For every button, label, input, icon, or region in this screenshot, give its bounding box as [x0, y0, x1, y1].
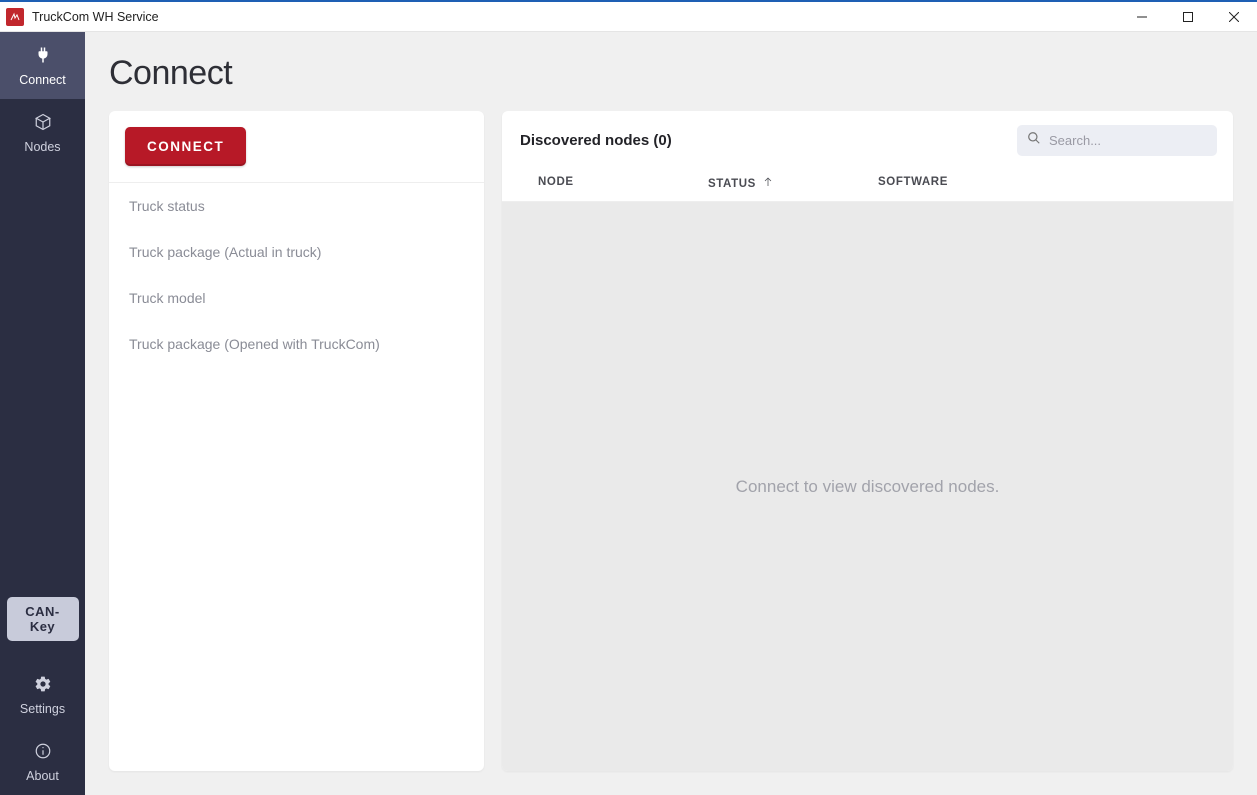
- column-node[interactable]: NODE: [538, 176, 708, 191]
- search-icon: [1027, 131, 1041, 150]
- column-software[interactable]: SOFTWARE: [878, 176, 1215, 191]
- can-key-button[interactable]: CAN-Key: [7, 597, 79, 641]
- titlebar: TruckCom WH Service: [0, 0, 1257, 32]
- window-title: TruckCom WH Service: [32, 10, 159, 24]
- column-status[interactable]: STATUS: [708, 176, 878, 191]
- cube-icon: [34, 113, 52, 134]
- gear-icon: [34, 675, 52, 696]
- main-area: Connect CONNECT Truck status Truck packa…: [85, 32, 1257, 795]
- info-item-truck-package-actual[interactable]: Truck package (Actual in truck): [109, 229, 484, 275]
- sidebar-item-nodes[interactable]: Nodes: [0, 99, 85, 166]
- discovered-title: Discovered nodes (0): [520, 132, 672, 149]
- empty-state: Connect to view discovered nodes.: [502, 202, 1233, 771]
- sidebar-item-label: Nodes: [24, 140, 60, 154]
- info-icon: [34, 742, 52, 763]
- sidebar-item-connect[interactable]: Connect: [0, 32, 85, 99]
- sidebar-item-about[interactable]: About: [0, 728, 85, 795]
- table-header: NODE STATUS SOFTWARE: [502, 166, 1233, 202]
- window-controls: [1119, 2, 1257, 31]
- search-input[interactable]: [1049, 133, 1207, 148]
- info-item-truck-model[interactable]: Truck model: [109, 275, 484, 321]
- maximize-button[interactable]: [1165, 2, 1211, 31]
- info-item-truck-status[interactable]: Truck status: [109, 183, 484, 229]
- connect-button[interactable]: CONNECT: [125, 127, 246, 166]
- page-title: Connect: [109, 54, 1233, 93]
- sidebar-item-settings[interactable]: Settings: [0, 661, 85, 728]
- sidebar: Connect Nodes CAN-Key Settings About: [0, 32, 85, 795]
- discovered-card: Discovered nodes (0) NODE STATUS: [502, 111, 1233, 771]
- sidebar-item-label: About: [26, 769, 59, 783]
- titlebar-left: TruckCom WH Service: [6, 8, 159, 26]
- empty-message: Connect to view discovered nodes.: [736, 477, 1000, 497]
- minimize-button[interactable]: [1119, 2, 1165, 31]
- close-button[interactable]: [1211, 2, 1257, 31]
- sidebar-item-label: Connect: [19, 73, 66, 87]
- connect-card: CONNECT Truck status Truck package (Actu…: [109, 111, 484, 771]
- search-wrap: [1017, 125, 1217, 156]
- plug-icon: [34, 46, 52, 67]
- sidebar-item-label: Settings: [20, 702, 65, 716]
- app-icon: [6, 8, 24, 26]
- info-item-truck-package-opened[interactable]: Truck package (Opened with TruckCom): [109, 321, 484, 367]
- sort-ascending-icon: [762, 176, 774, 191]
